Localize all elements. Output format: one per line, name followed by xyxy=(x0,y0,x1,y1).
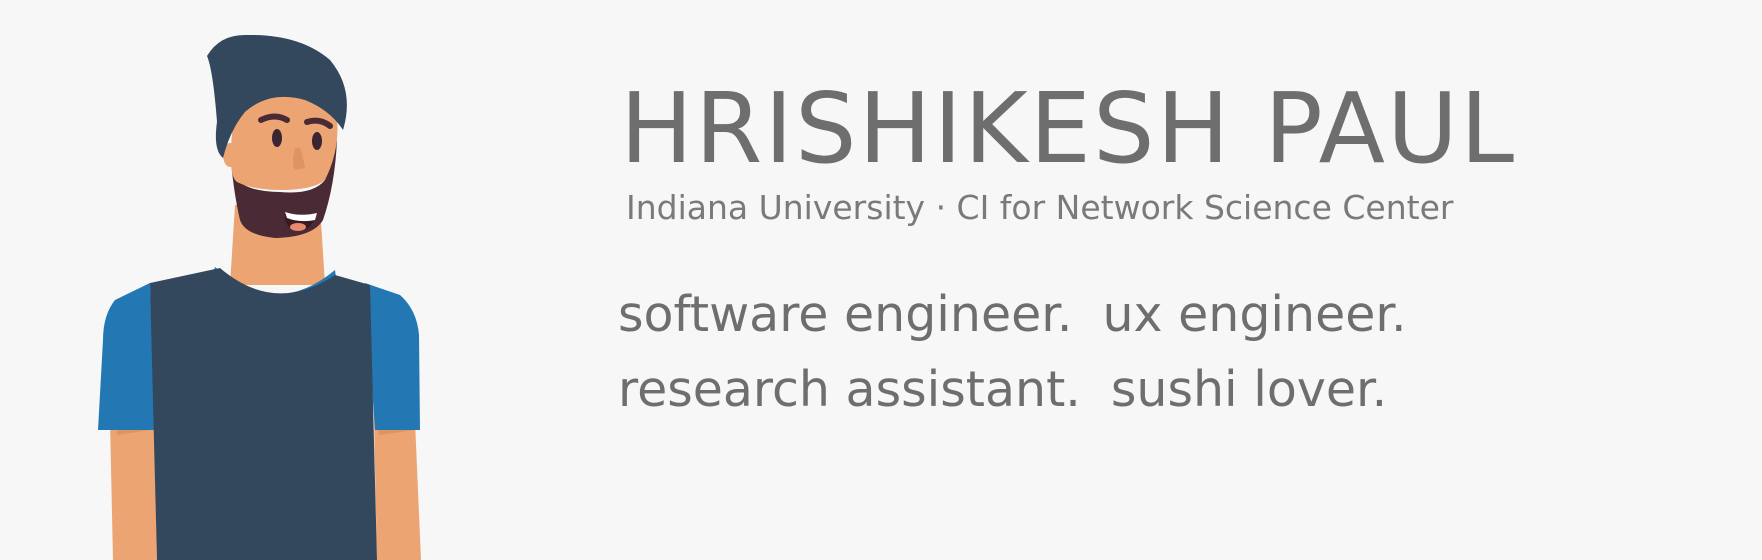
shirt-body xyxy=(150,268,377,560)
right-eye xyxy=(312,132,322,150)
role-text: ux engineer. xyxy=(1102,286,1407,343)
role-text: sushi lover. xyxy=(1110,361,1388,418)
roles-line: research assistant. sushi lover. xyxy=(618,365,1387,414)
left-sleeve xyxy=(98,283,155,430)
role-text: software engineer. xyxy=(618,286,1073,343)
avatar-illustration xyxy=(98,34,421,560)
tongue-shape xyxy=(290,223,306,231)
left-eyebrow xyxy=(258,113,290,123)
roles-line: software engineer. ux engineer. xyxy=(618,290,1407,339)
page-title: HRISHIKESH PAUL xyxy=(620,72,1516,185)
right-sleeve xyxy=(365,283,420,430)
role-text: research assistant. xyxy=(618,361,1081,418)
left-eye xyxy=(272,129,282,147)
affiliation-subtitle: Indiana University · CI for Network Scie… xyxy=(626,188,1454,227)
